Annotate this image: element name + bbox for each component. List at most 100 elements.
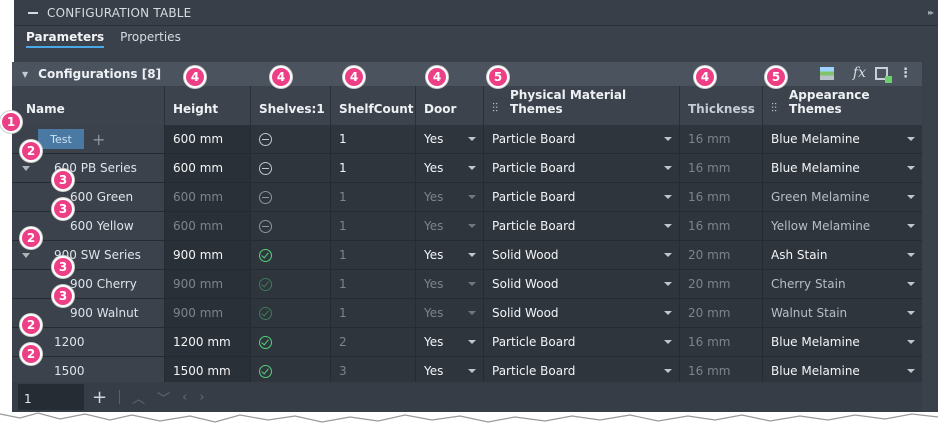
cell-height[interactable]: 1500 mm — [165, 357, 251, 382]
cell-appearance-select[interactable]: Blue Melamine — [763, 154, 922, 182]
table-row[interactable]: 900 Walnut 900 mm 1 Yes Solid Wood 20 mm Walnu… — [12, 299, 922, 328]
cell-appearance-select[interactable]: Blue Melamine — [763, 125, 922, 153]
cell-door-select[interactable]: Yes — [416, 154, 484, 182]
cell-door-select[interactable]: Yes — [416, 299, 484, 327]
cell-shelves[interactable] — [251, 125, 331, 153]
chevron-down-icon[interactable] — [22, 166, 30, 171]
cell-appearance-select[interactable]: Yellow Melamine — [763, 212, 922, 240]
cell-material-select[interactable]: Solid Wood — [484, 299, 680, 327]
check-circle-icon[interactable] — [259, 335, 272, 349]
cell-shelves[interactable] — [251, 212, 331, 240]
collapse-icon[interactable] — [28, 11, 38, 14]
cell-door-select[interactable]: Yes — [416, 357, 484, 382]
column-header-material[interactable]: ⫶⫶ Physical Material Themes — [484, 86, 680, 125]
column-header-name[interactable]: Name — [12, 86, 165, 125]
cell-shelves[interactable] — [251, 299, 331, 327]
cell-height[interactable]: 600 mm — [165, 125, 251, 153]
cell-height[interactable]: 900 mm — [165, 299, 251, 327]
cell-material-select[interactable]: Particle Board — [484, 183, 680, 211]
cell-height[interactable]: 600 mm — [165, 183, 251, 211]
table-row[interactable]: 600 PB Series 600 mm 1 Yes Particle Board 16 … — [12, 154, 922, 183]
table-row[interactable]: 600 Green 600 mm 1 Yes Particle Board 16 mm Gr… — [12, 183, 922, 212]
tab-properties[interactable]: Properties — [120, 30, 181, 48]
cell-material-select[interactable]: Particle Board — [484, 212, 680, 240]
theme-settings-icon[interactable]: ⫶⫶ — [771, 101, 777, 116]
chevron-down-icon[interactable] — [22, 253, 30, 258]
cell-door-select[interactable]: Yes — [416, 183, 484, 211]
cell-height[interactable]: 1200 mm — [165, 328, 251, 356]
cell-shelves[interactable] — [251, 270, 331, 298]
cell-appearance-select[interactable]: Walnut Stain — [763, 299, 922, 327]
check-circle-icon[interactable] — [259, 306, 272, 320]
minus-circle-icon[interactable] — [259, 219, 272, 233]
table-row[interactable]: 1500 1500 mm 3 Yes Particle Board 16 mm Blue M… — [12, 357, 922, 382]
cell-shelves[interactable] — [251, 328, 331, 356]
minus-circle-icon[interactable] — [259, 132, 272, 146]
minus-circle-icon[interactable] — [259, 161, 272, 175]
minus-circle-icon[interactable] — [259, 190, 272, 204]
column-header-shelves[interactable]: Shelves:1 — [251, 86, 331, 125]
table-row[interactable]: 900 SW Series 900 mm 1 Yes Solid Wood 20 mm As… — [12, 241, 922, 270]
move-right-icon[interactable]: › — [199, 390, 204, 405]
cell-shelves[interactable] — [251, 241, 331, 269]
column-header-shelfcount[interactable]: ShelfCount — [331, 86, 416, 125]
check-circle-icon[interactable] — [259, 248, 272, 262]
cell-door-select[interactable]: Yes — [416, 241, 484, 269]
cell-shelfcount[interactable]: 2 — [331, 328, 416, 356]
cell-thickness: 20 mm — [680, 299, 763, 327]
cell-material-select[interactable]: Particle Board — [484, 357, 680, 382]
expand-panel-icon[interactable]: ▸▸ — [928, 8, 934, 17]
table-row[interactable]: 1200 1200 mm 2 Yes Particle Board 16 mm Blue M… — [12, 328, 922, 357]
cell-door-select[interactable]: Yes — [416, 328, 484, 356]
cell-appearance-select[interactable]: Blue Melamine — [763, 357, 922, 382]
cell-shelves[interactable] — [251, 357, 331, 382]
fx-icon[interactable]: fx — [853, 65, 866, 81]
theme-settings-icon[interactable]: ⫶⫶ — [492, 101, 498, 116]
cell-height[interactable]: 600 mm — [165, 212, 251, 240]
cell-shelfcount[interactable]: 1 — [331, 241, 416, 269]
more-options-icon[interactable]: ⋮ — [899, 66, 912, 81]
cell-height[interactable]: 900 mm — [165, 241, 251, 269]
cell-name[interactable]: 600 Green — [12, 183, 165, 211]
cell-material-select[interactable]: Solid Wood — [484, 270, 680, 298]
cell-material-select[interactable]: Particle Board — [484, 328, 680, 356]
check-circle-icon[interactable] — [259, 364, 272, 378]
cell-material-select[interactable]: Particle Board — [484, 125, 680, 153]
cell-door-select[interactable]: Yes — [416, 125, 484, 153]
appearance-palette-icon[interactable] — [820, 67, 834, 80]
add-column-icon[interactable] — [875, 67, 892, 83]
cell-shelfcount[interactable]: 1 — [331, 154, 416, 182]
cell-height[interactable]: 600 mm — [165, 154, 251, 182]
move-left-icon[interactable]: ‹ — [182, 390, 187, 405]
table-row[interactable]: 900 Cherry 900 mm 1 Yes Solid Wood 20 mm Cherr… — [12, 270, 922, 299]
cell-shelfcount[interactable]: 1 — [331, 183, 416, 211]
cell-shelfcount[interactable]: 3 — [331, 357, 416, 382]
cell-shelves[interactable] — [251, 154, 331, 182]
cell-name[interactable]: 900 Cherry — [12, 270, 165, 298]
cell-shelfcount[interactable]: 1 — [331, 125, 416, 153]
cell-door-select[interactable]: Yes — [416, 270, 484, 298]
cell-material-select[interactable]: Solid Wood — [484, 241, 680, 269]
cell-appearance-select[interactable]: Ash Stain — [763, 241, 922, 269]
cell-material-select[interactable]: Particle Board — [484, 154, 680, 182]
cell-shelfcount[interactable]: 1 — [331, 299, 416, 327]
cell-height[interactable]: 900 mm — [165, 270, 251, 298]
cell-shelves[interactable] — [251, 183, 331, 211]
column-header-door[interactable]: Door — [416, 86, 484, 125]
tab-parameters[interactable]: Parameters — [26, 30, 105, 48]
table-row[interactable]: Test +600 mm 1 Yes Particle Board 16 mm Blue M… — [12, 125, 922, 154]
cell-appearance-select[interactable]: Blue Melamine — [763, 328, 922, 356]
cell-door-select[interactable]: Yes — [416, 212, 484, 240]
cell-shelfcount[interactable]: 1 — [331, 270, 416, 298]
table-row[interactable]: 600 Yellow 600 mm 1 Yes Particle Board 16 mm Y… — [12, 212, 922, 241]
column-header-appearance[interactable]: ⫶⫶ Appearance Themes — [763, 86, 922, 125]
add-config-icon[interactable]: + — [92, 130, 105, 149]
config-name-input[interactable]: Test — [38, 129, 84, 149]
cell-appearance-select[interactable]: Green Melamine — [763, 183, 922, 211]
column-header-thickness[interactable]: Thickness — [680, 86, 763, 125]
cell-appearance-select[interactable]: Cherry Stain — [763, 270, 922, 298]
check-circle-icon[interactable] — [259, 277, 272, 291]
chevron-down-icon[interactable]: ▼ — [22, 70, 28, 79]
column-header-height[interactable]: Height — [165, 86, 251, 125]
cell-shelfcount[interactable]: 1 — [331, 212, 416, 240]
